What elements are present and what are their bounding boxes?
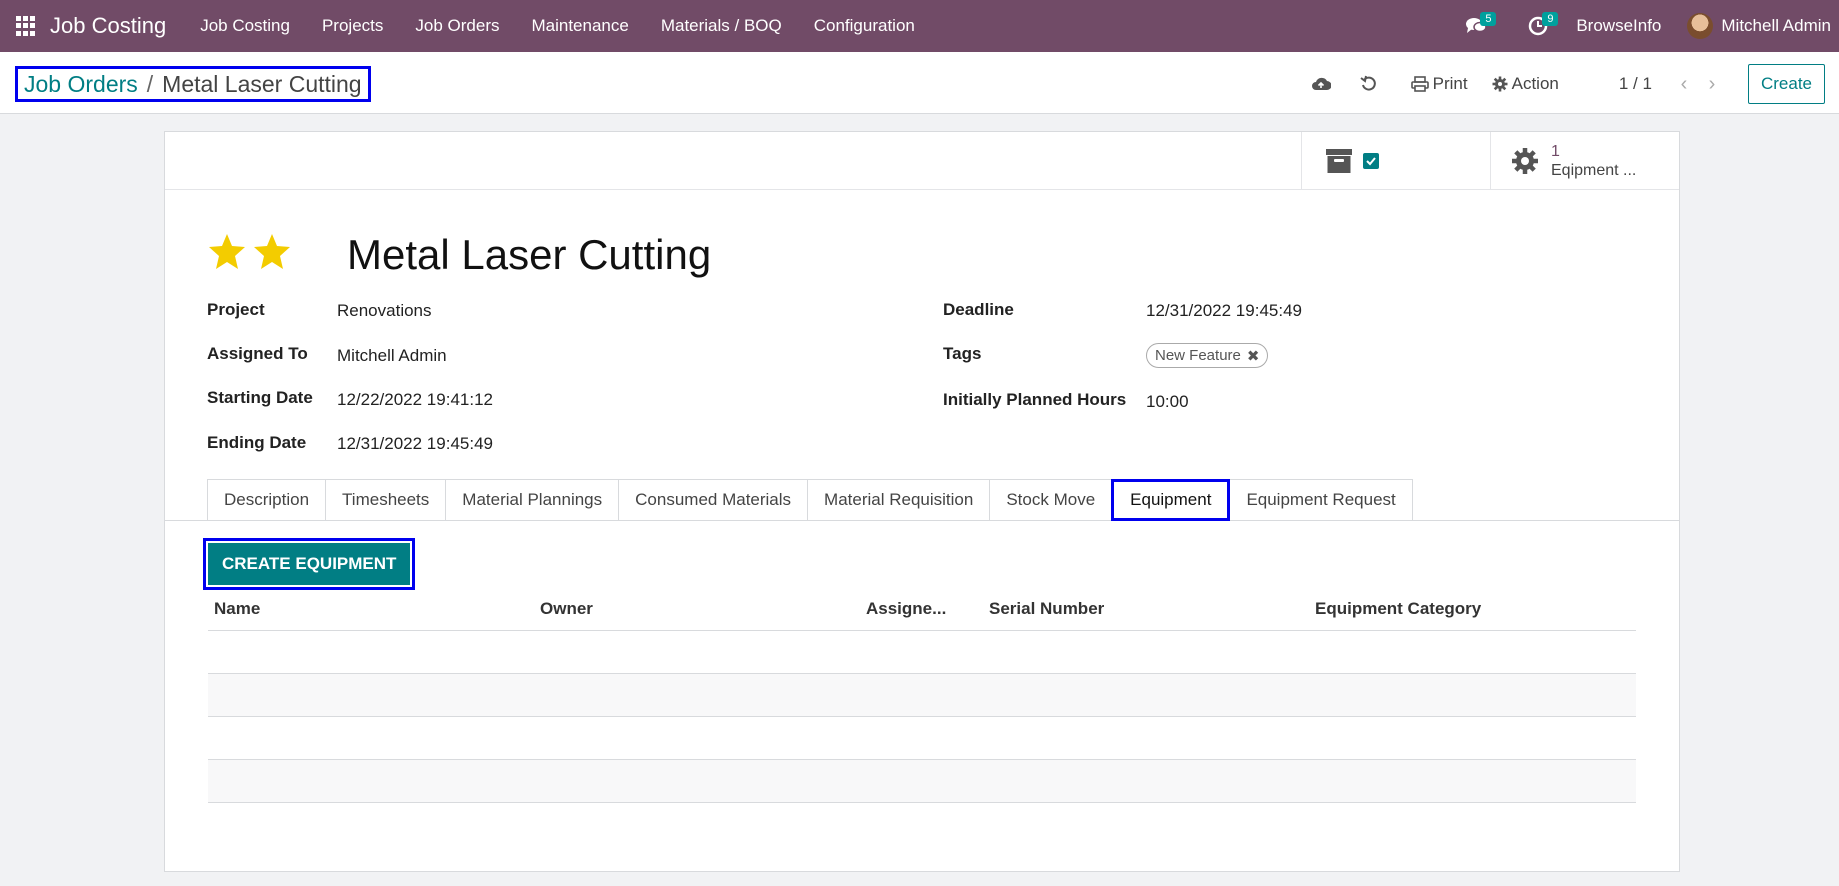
project-label: Project <box>207 300 265 319</box>
menu-job-costing[interactable]: Job Costing <box>184 16 306 36</box>
messages-button[interactable]: 5 <box>1454 0 1498 52</box>
check-icon <box>1366 157 1376 166</box>
print-label: Print <box>1432 74 1468 93</box>
menu-materials-boq[interactable]: Materials / BOQ <box>645 16 798 36</box>
table-row <box>208 760 1636 803</box>
tag-remove-icon[interactable]: ✖ <box>1247 347 1260 365</box>
tag-badge: New Feature ✖ <box>1146 343 1269 368</box>
company-switcher[interactable]: BrowseInfo <box>1576 16 1661 36</box>
tag-label: New Feature <box>1155 347 1241 364</box>
column-owner[interactable]: Owner <box>534 599 860 619</box>
app-brand[interactable]: Job Costing <box>50 13 166 39</box>
menu-maintenance[interactable]: Maintenance <box>515 16 644 36</box>
equipment-count: 1 <box>1551 143 1560 160</box>
top-navbar: Job Costing Job Costing Projects Job Ord… <box>0 0 1839 52</box>
equipment-smart-button[interactable]: 1 Eqipment ... <box>1490 132 1679 190</box>
table-row <box>208 631 1636 674</box>
assigned-to-label: Assigned To <box>207 344 308 363</box>
create-equipment-button[interactable]: CREATE EQUIPMENT <box>208 543 411 585</box>
column-equipment-category[interactable]: Equipment Category <box>1309 599 1636 619</box>
avatar <box>1687 13 1714 39</box>
tab-stock-move[interactable]: Stock Move <box>989 479 1113 521</box>
tab-timesheets[interactable]: Timesheets <box>325 479 447 521</box>
record-title[interactable]: Metal Laser Cutting <box>347 231 711 279</box>
priority-star-icon[interactable] <box>252 233 292 271</box>
action-label: Action <box>1511 74 1559 93</box>
tags-label: Tags <box>943 344 982 363</box>
breadcrumb-current: Metal Laser Cutting <box>162 70 362 97</box>
activities-count-badge: 9 <box>1542 12 1559 26</box>
apps-menu-icon[interactable] <box>16 16 36 36</box>
tab-equipment-request[interactable]: Equipment Request <box>1229 479 1413 521</box>
tab-material-requisition[interactable]: Material Requisition <box>807 479 991 521</box>
printer-icon <box>1410 76 1429 92</box>
breadcrumb-job-orders-link[interactable]: Job Orders <box>24 71 138 98</box>
table-header: Name Owner Assigne... Serial Number Equi… <box>208 587 1636 631</box>
gear-icon <box>1512 148 1538 174</box>
control-panel: Job Orders / Metal Laser Cutting Print A… <box>0 52 1839 114</box>
deadline-field[interactable]: 12/31/2022 19:45:49 <box>1146 301 1302 321</box>
user-menu[interactable]: Mitchell Admin <box>1687 13 1831 39</box>
equipment-table: Name Owner Assigne... Serial Number Equi… <box>208 587 1636 803</box>
form-sheet: 1 Eqipment ... Metal Laser Cutting Proje… <box>164 131 1680 872</box>
project-field[interactable]: Renovations <box>337 301 432 321</box>
menu-projects[interactable]: Projects <box>306 16 399 36</box>
action-button[interactable]: Action <box>1492 74 1559 94</box>
tab-consumed-materials[interactable]: Consumed Materials <box>618 479 809 521</box>
pager-value[interactable]: 1 / 1 <box>1619 74 1652 94</box>
notebook-tabs: Description Timesheets Material Planning… <box>207 479 1413 521</box>
save-button[interactable] <box>1299 76 1343 92</box>
deadline-label: Deadline <box>943 300 1014 319</box>
breadcrumb: Job Orders / Metal Laser Cutting <box>15 66 371 102</box>
menu-job-orders[interactable]: Job Orders <box>399 16 515 36</box>
equipment-stat-label: Eqipment ... <box>1551 162 1637 179</box>
ending-date-label: Ending Date <box>207 433 307 452</box>
column-assigned[interactable]: Assigne... <box>860 599 983 619</box>
table-row <box>208 674 1636 717</box>
ending-date-field[interactable]: 12/31/2022 19:45:49 <box>337 434 493 454</box>
messages-count-badge: 5 <box>1480 12 1497 26</box>
planned-hours-field[interactable]: 10:00 <box>1146 392 1189 412</box>
table-row <box>208 717 1636 760</box>
button-box: 1 Eqipment ... <box>165 132 1679 190</box>
assigned-to-field[interactable]: Mitchell Admin <box>337 346 447 366</box>
pager-previous-icon[interactable]: ‹ <box>1670 64 1698 104</box>
pager-next-icon[interactable]: › <box>1698 64 1726 104</box>
planned-hours-label: Initially Planned Hours <box>943 390 1127 409</box>
priority-stars <box>207 233 297 271</box>
column-name[interactable]: Name <box>208 599 534 619</box>
activities-button[interactable]: 9 <box>1516 0 1560 52</box>
priority-star-icon[interactable] <box>207 233 247 271</box>
print-button[interactable]: Print <box>1410 74 1468 94</box>
discard-button[interactable] <box>1347 75 1391 93</box>
create-equipment-highlight: CREATE EQUIPMENT <box>203 538 416 590</box>
cloud-upload-icon <box>1311 77 1331 90</box>
column-serial-number[interactable]: Serial Number <box>983 599 1309 619</box>
menu-configuration[interactable]: Configuration <box>798 16 931 36</box>
archive-toggle[interactable] <box>1301 132 1491 190</box>
active-checkbox[interactable] <box>1363 153 1379 169</box>
breadcrumb-separator: / <box>146 70 154 97</box>
create-button[interactable]: Create <box>1747 64 1825 104</box>
starting-date-field[interactable]: 12/22/2022 19:41:12 <box>337 390 493 410</box>
undo-icon <box>1360 75 1376 91</box>
archive-icon <box>1326 149 1352 173</box>
tab-description[interactable]: Description <box>207 479 327 521</box>
tab-material-plannings[interactable]: Material Plannings <box>445 479 620 521</box>
user-name: Mitchell Admin <box>1721 16 1831 35</box>
starting-date-label: Starting Date <box>207 388 313 407</box>
tab-equipment[interactable]: Equipment <box>1111 479 1231 521</box>
gear-icon <box>1492 76 1508 92</box>
